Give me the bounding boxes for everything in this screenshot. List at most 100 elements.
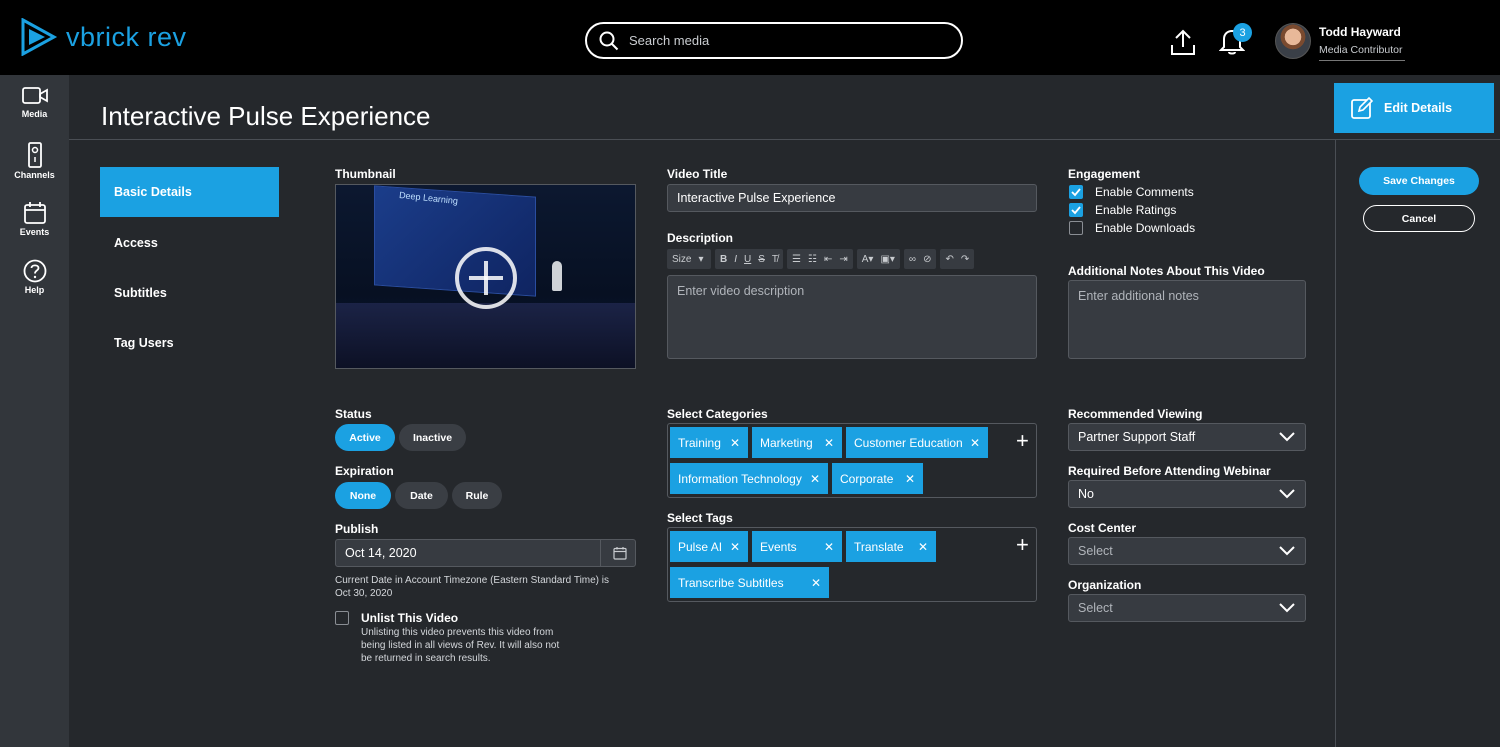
tag-label: Transcribe Subtitles [678, 575, 784, 590]
expiration-none-button[interactable]: None [335, 482, 391, 509]
indent-icon[interactable]: ⇥ [839, 254, 847, 265]
unlist-desc-line2: being listed in all views of Rev. It wil… [361, 640, 560, 651]
calendar-icon[interactable] [613, 546, 627, 560]
status-active-button[interactable]: Active [335, 424, 395, 451]
remove-tag-icon[interactable]: ✕ [905, 472, 915, 486]
tags-label: Select Tags [667, 511, 733, 525]
video-camera-icon [21, 87, 48, 104]
description-input[interactable]: Enter video description [667, 275, 1037, 359]
bullet-list-icon[interactable]: ☷ [808, 254, 817, 265]
category-tag: Customer Education ✕ [846, 427, 988, 458]
tag-label: Pulse AI [678, 539, 723, 554]
vbrick-logo[interactable]: vbrick rev [20, 18, 187, 56]
search-input[interactable]: Search media [585, 22, 963, 59]
remove-tag-icon[interactable]: ✕ [918, 540, 928, 554]
remove-tag-icon[interactable]: ✕ [970, 436, 980, 450]
required-webinar-label: Required Before Attending Webinar [1068, 464, 1271, 478]
tag-label: Training [678, 435, 721, 450]
numbered-list-icon[interactable]: ☰ [792, 254, 801, 265]
nav-item-events[interactable]: Events [0, 201, 69, 237]
avatar[interactable] [1275, 23, 1311, 59]
search-icon [599, 31, 619, 50]
clear-format-icon[interactable]: T̸ [772, 254, 778, 265]
required-webinar-value: No [1078, 487, 1094, 501]
cancel-button[interactable]: Cancel [1363, 205, 1475, 232]
tag-label: Events [760, 539, 797, 554]
recommended-viewing-value: Partner Support Staff [1078, 430, 1196, 444]
add-tag-icon[interactable]: + [1016, 532, 1029, 558]
nav-label: Media [21, 109, 48, 119]
tab-tag-users[interactable]: Tag Users [100, 318, 279, 368]
font-size-label: Size [672, 253, 692, 265]
unlist-checkbox[interactable] [335, 611, 349, 625]
date-input-divider [600, 540, 601, 566]
save-changes-button[interactable]: Save Changes [1359, 167, 1479, 195]
required-webinar-select[interactable]: No [1068, 480, 1306, 508]
chevron-down-icon [1279, 546, 1295, 556]
remove-tag-icon[interactable]: ✕ [824, 540, 834, 554]
nav-item-help[interactable]: Help [0, 259, 69, 295]
publish-date-input[interactable]: Oct 14, 2020 [335, 539, 636, 567]
organization-select[interactable]: Select [1068, 594, 1306, 622]
edit-details-button[interactable]: Edit Details [1334, 83, 1494, 133]
remote-icon [27, 142, 42, 168]
recommended-viewing-select[interactable]: Partner Support Staff [1068, 423, 1306, 451]
expiration-label: Expiration [335, 464, 394, 478]
enable-downloads-checkbox[interactable] [1069, 221, 1083, 235]
background-color-icon[interactable]: ▣▾ [880, 254, 894, 265]
tag-item: Events ✕ [752, 531, 842, 562]
status-label: Status [335, 407, 372, 421]
nav-item-channels[interactable]: Channels [0, 142, 69, 180]
underline-icon[interactable]: U [744, 254, 751, 265]
nav-item-media[interactable]: Media [0, 85, 69, 119]
caret-icon: ▾ [698, 253, 704, 265]
engagement-label: Engagement [1068, 167, 1141, 181]
add-category-icon[interactable]: + [1016, 428, 1029, 454]
text-color-icon[interactable]: A▾ [862, 254, 874, 265]
remove-tag-icon[interactable]: ✕ [810, 472, 820, 486]
italic-icon[interactable]: I [734, 254, 737, 265]
enable-comments-checkbox[interactable] [1069, 185, 1083, 199]
tab-access[interactable]: Access [100, 218, 279, 268]
nav-label: Help [24, 285, 45, 295]
tab-basic-details[interactable]: Basic Details [100, 167, 279, 217]
expiration-rule-button[interactable]: Rule [452, 482, 502, 509]
remove-tag-icon[interactable]: ✕ [824, 436, 834, 450]
font-size-dropdown[interactable]: Size ▾ [667, 249, 711, 269]
add-thumbnail-icon[interactable] [455, 247, 517, 309]
tags-box[interactable]: Pulse AI ✕ Events ✕ Translate ✕ Transcribe … [667, 527, 1037, 602]
redo-icon[interactable]: ↷ [961, 254, 969, 265]
video-title-label: Video Title [667, 167, 728, 181]
expiration-date-button[interactable]: Date [395, 482, 448, 509]
enable-ratings-checkbox[interactable] [1069, 203, 1083, 217]
status-inactive-button[interactable]: Inactive [399, 424, 466, 451]
link-icon[interactable]: ∞ [909, 254, 916, 265]
outdent-icon[interactable]: ⇤ [824, 254, 832, 265]
cost-center-select[interactable]: Select [1068, 537, 1306, 565]
remove-tag-icon[interactable]: ✕ [811, 576, 821, 590]
edit-details-label: Edit Details [1384, 101, 1453, 115]
undo-icon[interactable]: ↶ [945, 254, 953, 265]
bold-icon[interactable]: B [720, 254, 727, 265]
video-title-input[interactable]: Interactive Pulse Experience [667, 184, 1037, 212]
remove-tag-icon[interactable]: ✕ [730, 436, 740, 450]
thumbnail-image[interactable]: Deep Learning [335, 184, 636, 369]
chevron-down-icon [1279, 603, 1295, 613]
notes-input[interactable]: Enter additional notes [1068, 280, 1306, 359]
remove-tag-icon[interactable]: ✕ [730, 540, 740, 554]
tab-subtitles[interactable]: Subtitles [100, 268, 279, 318]
cost-center-label: Cost Center [1068, 521, 1137, 535]
strikethrough-icon[interactable]: S [758, 254, 765, 265]
enable-downloads-label: Enable Downloads [1095, 221, 1196, 235]
unlist-desc-line3: be returned in search results. [361, 653, 491, 664]
actions-divider [1335, 139, 1336, 747]
user-name[interactable]: Todd Hayward [1319, 25, 1401, 39]
organization-label: Organization [1068, 578, 1142, 592]
category-tag: Corporate ✕ [832, 463, 923, 494]
chevron-down-icon [1279, 432, 1295, 442]
upload-icon[interactable] [1170, 28, 1196, 56]
checkmark-icon [1071, 188, 1081, 197]
unlink-icon[interactable]: ⊘ [923, 254, 931, 265]
categories-box[interactable]: Training ✕ Marketing ✕ Customer Education ✕… [667, 423, 1037, 498]
page-title: Interactive Pulse Experience [101, 101, 431, 131]
